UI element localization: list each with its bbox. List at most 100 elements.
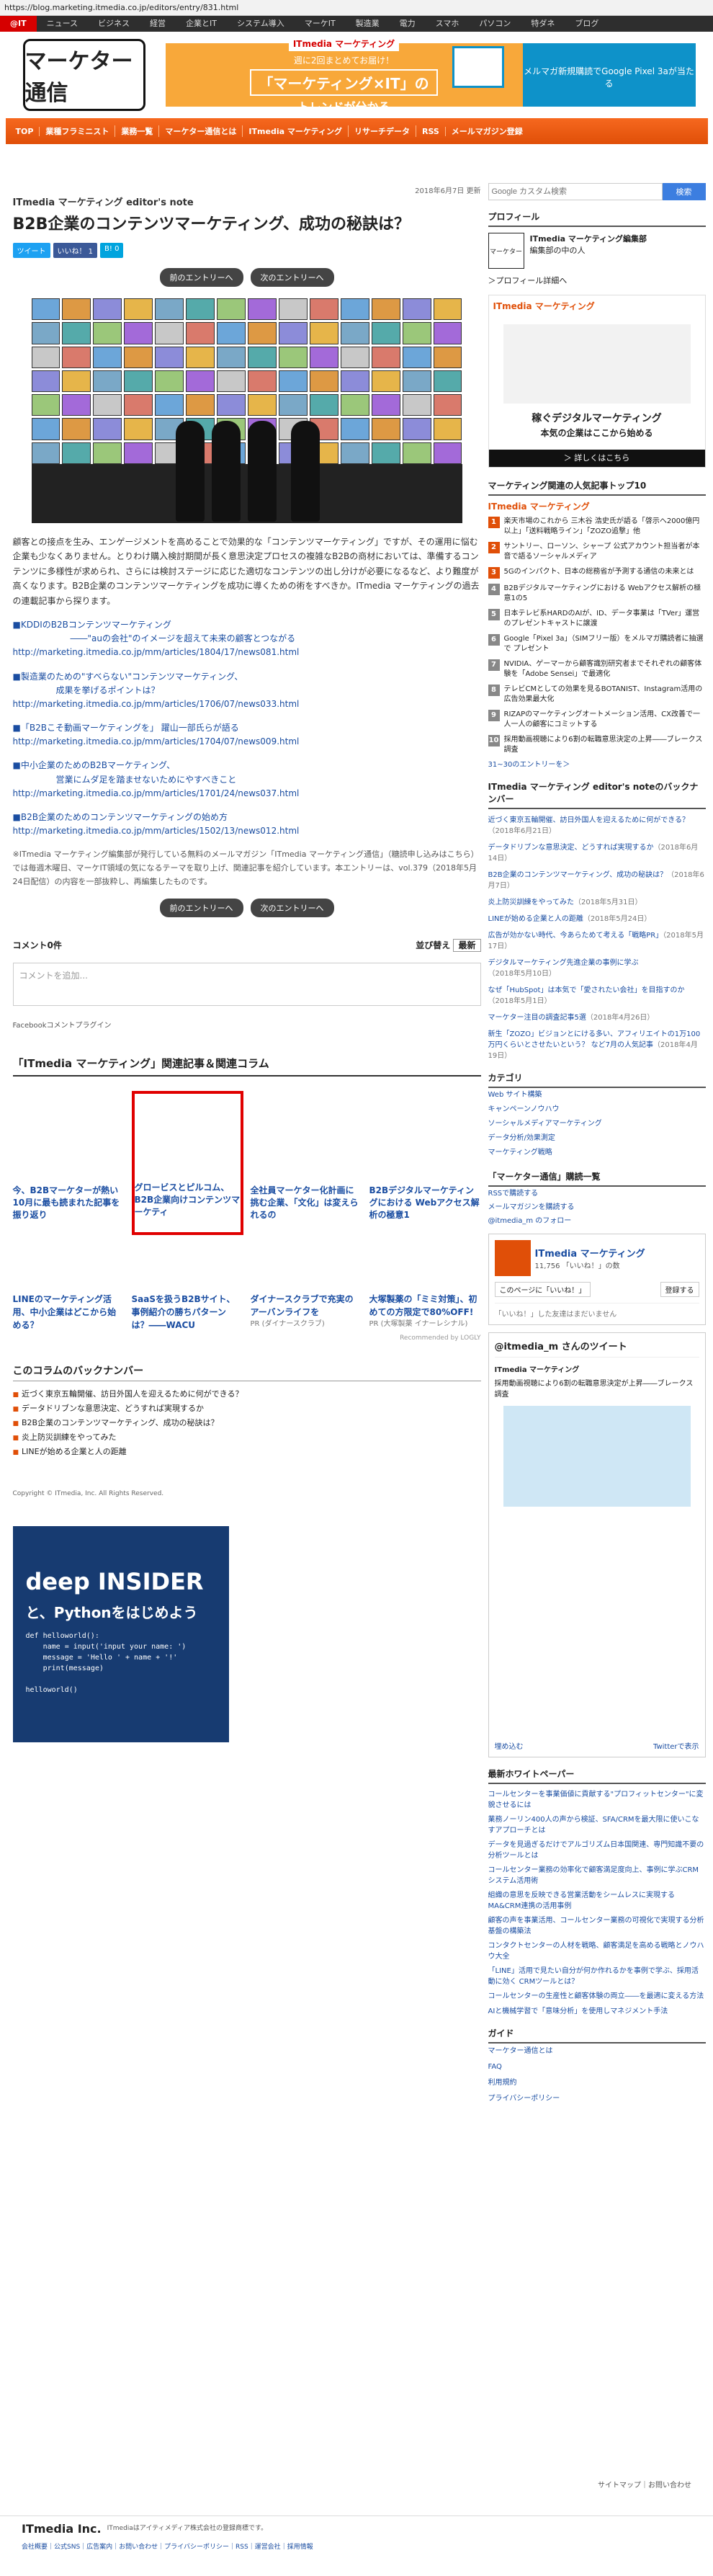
list-item[interactable]: B2B企業のコンテンツマーケティング、成功の秘訣は？（2018年6月7日） <box>488 870 706 891</box>
view-on-twitter-link[interactable]: Twitterで表示 <box>653 1740 699 1751</box>
list-item[interactable]: 業務ノーリン400人の声から検証、SFA/CRMを最大限に使いこなすアプローチと… <box>488 1815 706 1836</box>
rank-title[interactable]: テレビCMとしての効果を見るBOTANIST、Instagram活用の広告効果最… <box>504 685 706 705</box>
main-nav-item[interactable]: 業種フラミニスト <box>40 125 116 137</box>
tweet-button[interactable]: ツイート <box>12 243 50 258</box>
list-item[interactable]: 広告が効かない時代、今あらためて考える「戦略PR」（2018年5月17日） <box>488 930 706 952</box>
list-item[interactable]: 炎上防災訓練をやってみた <box>13 1430 481 1445</box>
link-title[interactable]: ■製造業のための"すべらない"コンテンツマーケティング、 <box>13 670 481 684</box>
main-nav-item[interactable]: マーケター通信とは <box>159 125 243 137</box>
ranking-more-link[interactable]: 31~30のエントリーを＞ <box>488 760 706 770</box>
search-button[interactable]: 検索 <box>662 183 706 200</box>
url-bar[interactable]: https://blog.marketing.itmedia.co.jp/edi… <box>0 0 713 16</box>
nav-item[interactable]: 企業とIT <box>176 16 227 32</box>
link-url[interactable]: http://marketing.itmedia.co.jp/mm/articl… <box>13 698 481 711</box>
link-title[interactable]: ■KDDIのB2Bコンテンツマーケティング <box>13 618 481 632</box>
list-item[interactable]: 4 B2Bデジタルマーケティングにおける Webアクセス解析の極意1の5 <box>488 584 706 604</box>
list-item[interactable]: 利用規約 <box>488 2075 706 2091</box>
related-item[interactable]: 大塚製薬の「ミミ対策」、初めての方限定で80%OFF! PR (大塚製薬 イナーレ… <box>369 1293 481 1332</box>
list-item[interactable]: コンタクトセンターの人材を戦略、顧客満足を高める戦略とノウハウ大全 <box>488 1941 706 1962</box>
related-text[interactable]: SaaSを扱うB2Bサイト、事例紹介の勝ちパターンは？――WACU <box>132 1293 243 1332</box>
list-item[interactable]: 組織の意思を反映できる営業活動をシームレスに実現するMA&CRM連携の活用事例 <box>488 1891 706 1912</box>
list-item[interactable]: AIと機械学習で「意味分析」を使用しマネジメント手法 <box>488 2007 706 2018</box>
rss-link[interactable]: RSSで購読する <box>488 1187 706 1200</box>
newsletter-link[interactable]: メールマガジンを購読する <box>488 1200 706 1214</box>
comment-sort[interactable]: 並び替え 最新 <box>416 939 481 953</box>
list-item[interactable]: ■「B2Bこそ動画マーケティングを」 躍山一部氏らが語る http://mark… <box>13 721 481 749</box>
list-item[interactable]: LINEが始める企業と人の距離 <box>13 1445 481 1459</box>
nav-item[interactable]: ニュース <box>37 16 88 32</box>
main-nav-item[interactable]: メールマガジン登録 <box>446 125 529 137</box>
list-item[interactable]: データを見過ぎるだけでアルゴリズム日本国関連、専門知識不要の分析ツールとは <box>488 1840 706 1861</box>
list-item[interactable]: 6 Google「Pixel 3a」（SIMフリー版）をメルマガ購読者に抽選で プ… <box>488 634 706 654</box>
rank-title[interactable]: サントリー、ローソン、シャープ 公式アカウント担当者が本音で語るソーシャルメディ… <box>504 542 706 562</box>
link-url[interactable]: http://marketing.itmedia.co.jp/mm/articl… <box>13 735 481 749</box>
nav-item[interactable]: ビジネス <box>88 16 140 32</box>
nav-item[interactable]: 製造業 <box>346 16 390 32</box>
top-banner-ad[interactable]: ITmedia マーケティング 週に2回まとめてお届け！ 「マーケティング×IT… <box>165 35 696 114</box>
like-button[interactable]: いいね！ 1 <box>53 243 98 258</box>
list-item[interactable]: 9 RIZAPのマーケティングオートメーション活用、CX改善で一人一人の顧客にコミ… <box>488 710 706 730</box>
link-subtitle[interactable]: 営業にムダ足を踏ませないためにやすべきこと <box>13 773 481 787</box>
related-item[interactable]: LINEのマーケティング活用、中小企業はどこから始める？ <box>13 1293 125 1332</box>
list-item[interactable]: コールセンターを事業価値に貢献する"プロフィットセンター"に変貌させるには <box>488 1790 706 1811</box>
list-item[interactable]: 「LINE」活用で見たい自分が何か作れるかを事例で学ぶ、採用活動に効く CRMツ… <box>488 1966 706 1987</box>
profile-more-link[interactable]: ＞プロフィール詳細へ <box>488 275 706 286</box>
nav-item[interactable]: スマホ <box>426 16 470 32</box>
hatena-bookmark-button[interactable]: B! 0 <box>100 243 124 258</box>
facebook-signup-button[interactable]: 登録する <box>660 1282 699 1297</box>
list-item[interactable]: 近づく東京五輪開催、訪日外国人を迎えるために何ができる？（2018年6月21日） <box>488 815 706 837</box>
nav-item[interactable]: マーケIT <box>295 16 346 32</box>
link-subtitle[interactable]: 成果を挙げるポイントは？ <box>13 684 481 698</box>
list-item[interactable]: LINEが始める企業と人の距離（2018年5月24日） <box>488 914 706 924</box>
related-item[interactable]: SaaSを扱うB2Bサイト、事例紹介の勝ちパターンは？――WACU <box>132 1293 243 1332</box>
rank-title[interactable]: RIZAPのマーケティングオートメーション活用、CX改善で一人一人の顧客にコミッ… <box>504 710 706 730</box>
list-item[interactable]: 炎上防災訓練をやってみた（2018年5月31日） <box>488 897 706 908</box>
related-item[interactable]: B2Bデジタルマーケティングにおける Webアクセス解析の極意1 <box>369 1091 481 1235</box>
list-item[interactable]: Web サイト構築 <box>488 1088 706 1102</box>
list-item[interactable]: ■KDDIのB2Bコンテンツマーケティング ――"auの会社"のイメージを超えて… <box>13 618 481 660</box>
list-item[interactable]: プライバシーポリシー <box>488 2091 706 2107</box>
rank-title[interactable]: 楽天市場のこれから 三木谷 浩史氏が語る「啓示へ2000億円以上」「送料戦略ライ… <box>504 517 706 537</box>
list-item[interactable]: データ分析/効果測定 <box>488 1131 706 1146</box>
list-item[interactable]: FAQ <box>488 2059 706 2075</box>
list-item[interactable]: ■製造業のための"すべらない"コンテンツマーケティング、 成果を挙げるポイントは… <box>13 670 481 712</box>
list-item[interactable]: 顧客の声を事業活用、コールセンター業務の可視化で実現する分析基盤の構築法 <box>488 1916 706 1937</box>
link-title[interactable]: ■B2B企業のためのコンテンツマーケティングの始め方 <box>13 811 481 824</box>
nav-item[interactable]: ブログ <box>565 16 609 32</box>
facebook-like-button[interactable]: このページに「いいね！」 <box>494 1282 591 1297</box>
nav-item[interactable]: @IT <box>0 16 37 32</box>
search-input[interactable] <box>488 183 663 200</box>
list-item[interactable]: 10 採用動画視聴により6割の転職意思決定の上昇――ブレークス調査 <box>488 735 706 755</box>
footer-top-links[interactable]: サイトマップ｜お問い合わせ <box>0 2479 713 2490</box>
list-item[interactable]: マーケター通信とは <box>488 2044 706 2059</box>
list-item[interactable]: なぜ「HubSpot」は本気で「愛されたい会社」を目指すのか（2018年5月1日… <box>488 985 706 1007</box>
list-item[interactable]: データドリブンな意思決定、どうすれば実現するか <box>13 1401 481 1416</box>
rank-title[interactable]: Google「Pixel 3a」（SIMフリー版）をメルマガ購読者に抽選で プレ… <box>504 634 706 654</box>
link-url[interactable]: http://marketing.itmedia.co.jp/mm/articl… <box>13 787 481 801</box>
list-item[interactable]: 3 5Gのインパクト、日本の総務省が予測する通信の未来とは <box>488 567 706 579</box>
nav-item[interactable]: システム導入 <box>227 16 295 32</box>
footer-links[interactable]: 会社概要｜公式SNS｜広告案内｜お問い合わせ｜プライバシーポリシー｜RSS｜運営… <box>0 2541 713 2551</box>
prev-entry-button[interactable]: 前のエントリーへ <box>159 899 243 918</box>
link-url[interactable]: http://marketing.itmedia.co.jp/mm/articl… <box>13 824 481 838</box>
list-item[interactable]: ■中小企業のためのB2Bマーケティング、 営業にムダ足を踏ませないためにやすべき… <box>13 759 481 801</box>
main-nav-item[interactable]: RSS <box>416 126 446 136</box>
nav-item[interactable]: パソコン <box>469 16 521 32</box>
list-item[interactable]: 5 日本テレビ系HARDのAIが、ID、データ事業は「TVer」運営のプレゼントキ… <box>488 609 706 629</box>
rank-title[interactable]: 5Gのインパクト、日本の総務省が予測する通信の未来とは <box>504 567 694 579</box>
list-item[interactable]: 8 テレビCMとしての効果を見るBOTANIST、Instagram活用の広告効果… <box>488 685 706 705</box>
list-item[interactable]: ソーシャルメディアマーケティング <box>488 1117 706 1131</box>
sort-select[interactable]: 最新 <box>453 939 481 953</box>
related-text[interactable]: LINEのマーケティング活用、中小企業はどこから始める？ <box>13 1293 125 1332</box>
rank-title[interactable]: 採用動画視聴により6割の転職意思決定の上昇――ブレークス調査 <box>504 735 706 755</box>
main-nav-item[interactable]: リサーチデータ <box>349 125 416 137</box>
related-item-highlighted[interactable]: グロービスとピルコム、B2B企業向けコンテンツマーケティ <box>131 1091 243 1236</box>
rank-title[interactable]: B2Bデジタルマーケティングにおける Webアクセス解析の極意1の5 <box>504 584 706 604</box>
related-item[interactable]: ダイナースクラブで充実のアーバンライフを PR (ダイナースクラブ) <box>251 1293 362 1332</box>
list-item[interactable]: コールセンターの生産性と顧客体験の両立――を最適に変える方法 <box>488 1992 706 2002</box>
list-item[interactable]: ■B2B企業のためのコンテンツマーケティングの始め方 http://market… <box>13 811 481 838</box>
related-text[interactable]: 大塚製薬の「ミミ対策」、初めての方限定で80%OFF! <box>369 1293 481 1319</box>
link-title[interactable]: ■中小企業のためのB2Bマーケティング、 <box>13 759 481 772</box>
nav-item[interactable]: 電力 <box>390 16 426 32</box>
comment-input[interactable]: コメントを追加... <box>12 963 481 1007</box>
